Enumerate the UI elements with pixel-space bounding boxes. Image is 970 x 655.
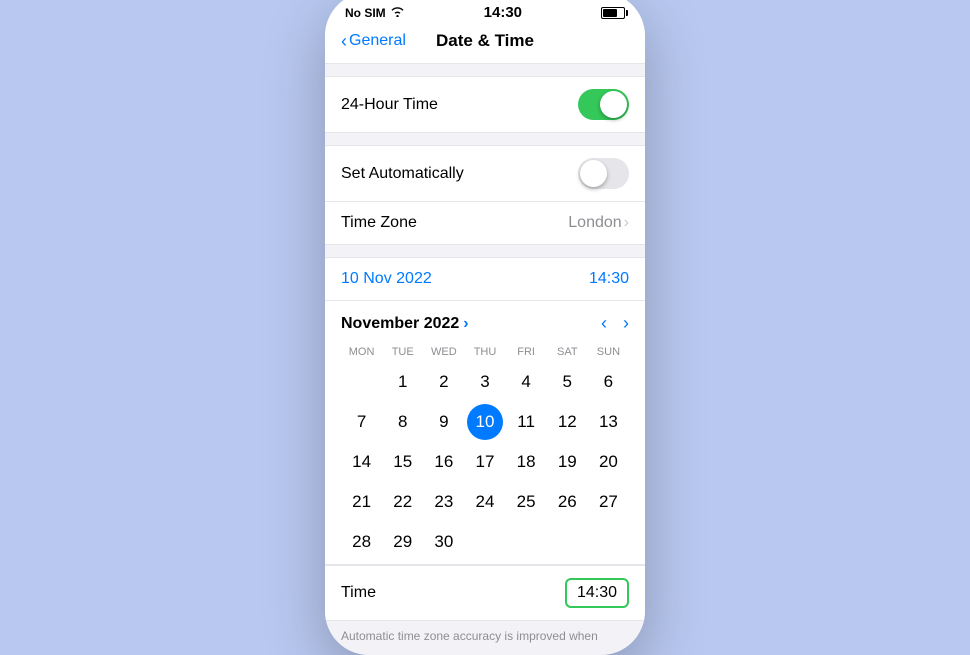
- month-year-label: November 2022: [341, 315, 459, 333]
- status-bar: No SIM 14:30: [325, 0, 645, 27]
- back-label: General: [349, 32, 406, 50]
- time-value-box[interactable]: 14:30: [565, 578, 629, 608]
- day-2[interactable]: 2: [423, 364, 464, 400]
- day-5[interactable]: 5: [547, 364, 588, 400]
- back-chevron-icon: ‹: [341, 31, 347, 52]
- day-4[interactable]: 4: [506, 364, 547, 400]
- date-time-display: 10 Nov 2022 14:30: [325, 257, 645, 301]
- row-24hour-time: 24-Hour Time: [325, 77, 645, 132]
- day-27[interactable]: 27: [588, 484, 629, 520]
- day-empty-2: [506, 524, 547, 560]
- time-row-label: Time: [341, 584, 376, 602]
- day-9[interactable]: 9: [423, 404, 464, 440]
- timezone-label: Time Zone: [341, 214, 417, 232]
- section-auto: Set Automatically Time Zone London ›: [325, 145, 645, 245]
- day-30[interactable]: 30: [423, 524, 464, 560]
- calendar-week-1: 1 2 3 4 5 6: [341, 364, 629, 400]
- page-title: Date & Time: [436, 31, 534, 51]
- day-header-mon: MON: [341, 344, 382, 360]
- date-display[interactable]: 10 Nov 2022: [341, 270, 432, 288]
- day-header-sat: SAT: [547, 344, 588, 360]
- timezone-value: London ›: [568, 214, 629, 232]
- calendar-week-5: 28 29 30: [341, 524, 629, 560]
- calendar-grid: MON TUE WED THU FRI SAT SUN 1 2 3 4 5 6: [341, 344, 629, 560]
- set-automatically-toggle[interactable]: [578, 158, 629, 189]
- nav-bar: ‹ General Date & Time: [325, 27, 645, 64]
- timezone-chevron-icon: ›: [624, 214, 629, 232]
- day-25[interactable]: 25: [506, 484, 547, 520]
- set-automatically-label: Set Automatically: [341, 165, 464, 183]
- row-timezone[interactable]: Time Zone London ›: [325, 201, 645, 244]
- month-chevron-icon: ›: [463, 315, 468, 333]
- calendar-section: November 2022 › ‹ › MON TUE WED THU FRI …: [325, 301, 645, 565]
- day-15[interactable]: 15: [382, 444, 423, 480]
- back-button[interactable]: ‹ General: [341, 31, 406, 52]
- day-29[interactable]: 29: [382, 524, 423, 560]
- day-23[interactable]: 23: [423, 484, 464, 520]
- 24hour-toggle[interactable]: [578, 89, 629, 120]
- day-headers: MON TUE WED THU FRI SAT SUN: [341, 344, 629, 360]
- carrier-label: No SIM: [345, 6, 386, 20]
- calendar-nav: ‹ ›: [601, 313, 629, 334]
- day-21[interactable]: 21: [341, 484, 382, 520]
- day-header-thu: THU: [464, 344, 505, 360]
- day-header-fri: FRI: [506, 344, 547, 360]
- status-right: [601, 7, 625, 19]
- calendar-header: November 2022 › ‹ ›: [341, 313, 629, 334]
- prev-month-button[interactable]: ‹: [601, 313, 607, 334]
- day-1[interactable]: 1: [382, 364, 423, 400]
- day-22[interactable]: 22: [382, 484, 423, 520]
- day-11[interactable]: 11: [506, 404, 547, 440]
- time-display[interactable]: 14:30: [589, 270, 629, 288]
- calendar-week-3: 14 15 16 17 18 19 20: [341, 444, 629, 480]
- next-month-button[interactable]: ›: [623, 313, 629, 334]
- day-empty-4: [588, 524, 629, 560]
- wifi-icon: [390, 6, 405, 20]
- day-13[interactable]: 13: [588, 404, 629, 440]
- status-time: 14:30: [484, 4, 522, 21]
- day-26[interactable]: 26: [547, 484, 588, 520]
- status-left: No SIM: [345, 6, 405, 20]
- day-empty-1: [464, 524, 505, 560]
- battery-icon: [601, 7, 625, 19]
- section-24hour: 24-Hour Time: [325, 76, 645, 133]
- calendar-week-2: 7 8 9 10 11 12 13: [341, 404, 629, 440]
- day-8[interactable]: 8: [382, 404, 423, 440]
- day-6[interactable]: 6: [588, 364, 629, 400]
- row-set-automatically: Set Automatically: [325, 146, 645, 201]
- day-18[interactable]: 18: [506, 444, 547, 480]
- day-12[interactable]: 12: [547, 404, 588, 440]
- day-20[interactable]: 20: [588, 444, 629, 480]
- day-7[interactable]: 7: [341, 404, 382, 440]
- footer-note: Automatic time zone accuracy is improved…: [325, 621, 645, 655]
- calendar-week-4: 21 22 23 24 25 26 27: [341, 484, 629, 520]
- day-24[interactable]: 24: [464, 484, 505, 520]
- day-header-tue: TUE: [382, 344, 423, 360]
- day-header-sun: SUN: [588, 344, 629, 360]
- day-3[interactable]: 3: [464, 364, 505, 400]
- 24hour-label: 24-Hour Time: [341, 96, 438, 114]
- calendar-month-title: November 2022 ›: [341, 315, 469, 333]
- day-empty: [341, 364, 382, 400]
- content: 24-Hour Time Set Automatically Time Zone…: [325, 64, 645, 655]
- time-row: Time 14:30: [325, 565, 645, 621]
- day-28[interactable]: 28: [341, 524, 382, 560]
- timezone-city: London: [568, 214, 621, 232]
- day-17[interactable]: 17: [464, 444, 505, 480]
- day-19[interactable]: 19: [547, 444, 588, 480]
- day-14[interactable]: 14: [341, 444, 382, 480]
- day-empty-3: [547, 524, 588, 560]
- day-10-selected[interactable]: 10: [467, 404, 503, 440]
- phone-frame: No SIM 14:30 ‹ General Date & Time: [325, 0, 645, 655]
- day-16[interactable]: 16: [423, 444, 464, 480]
- day-header-wed: WED: [423, 344, 464, 360]
